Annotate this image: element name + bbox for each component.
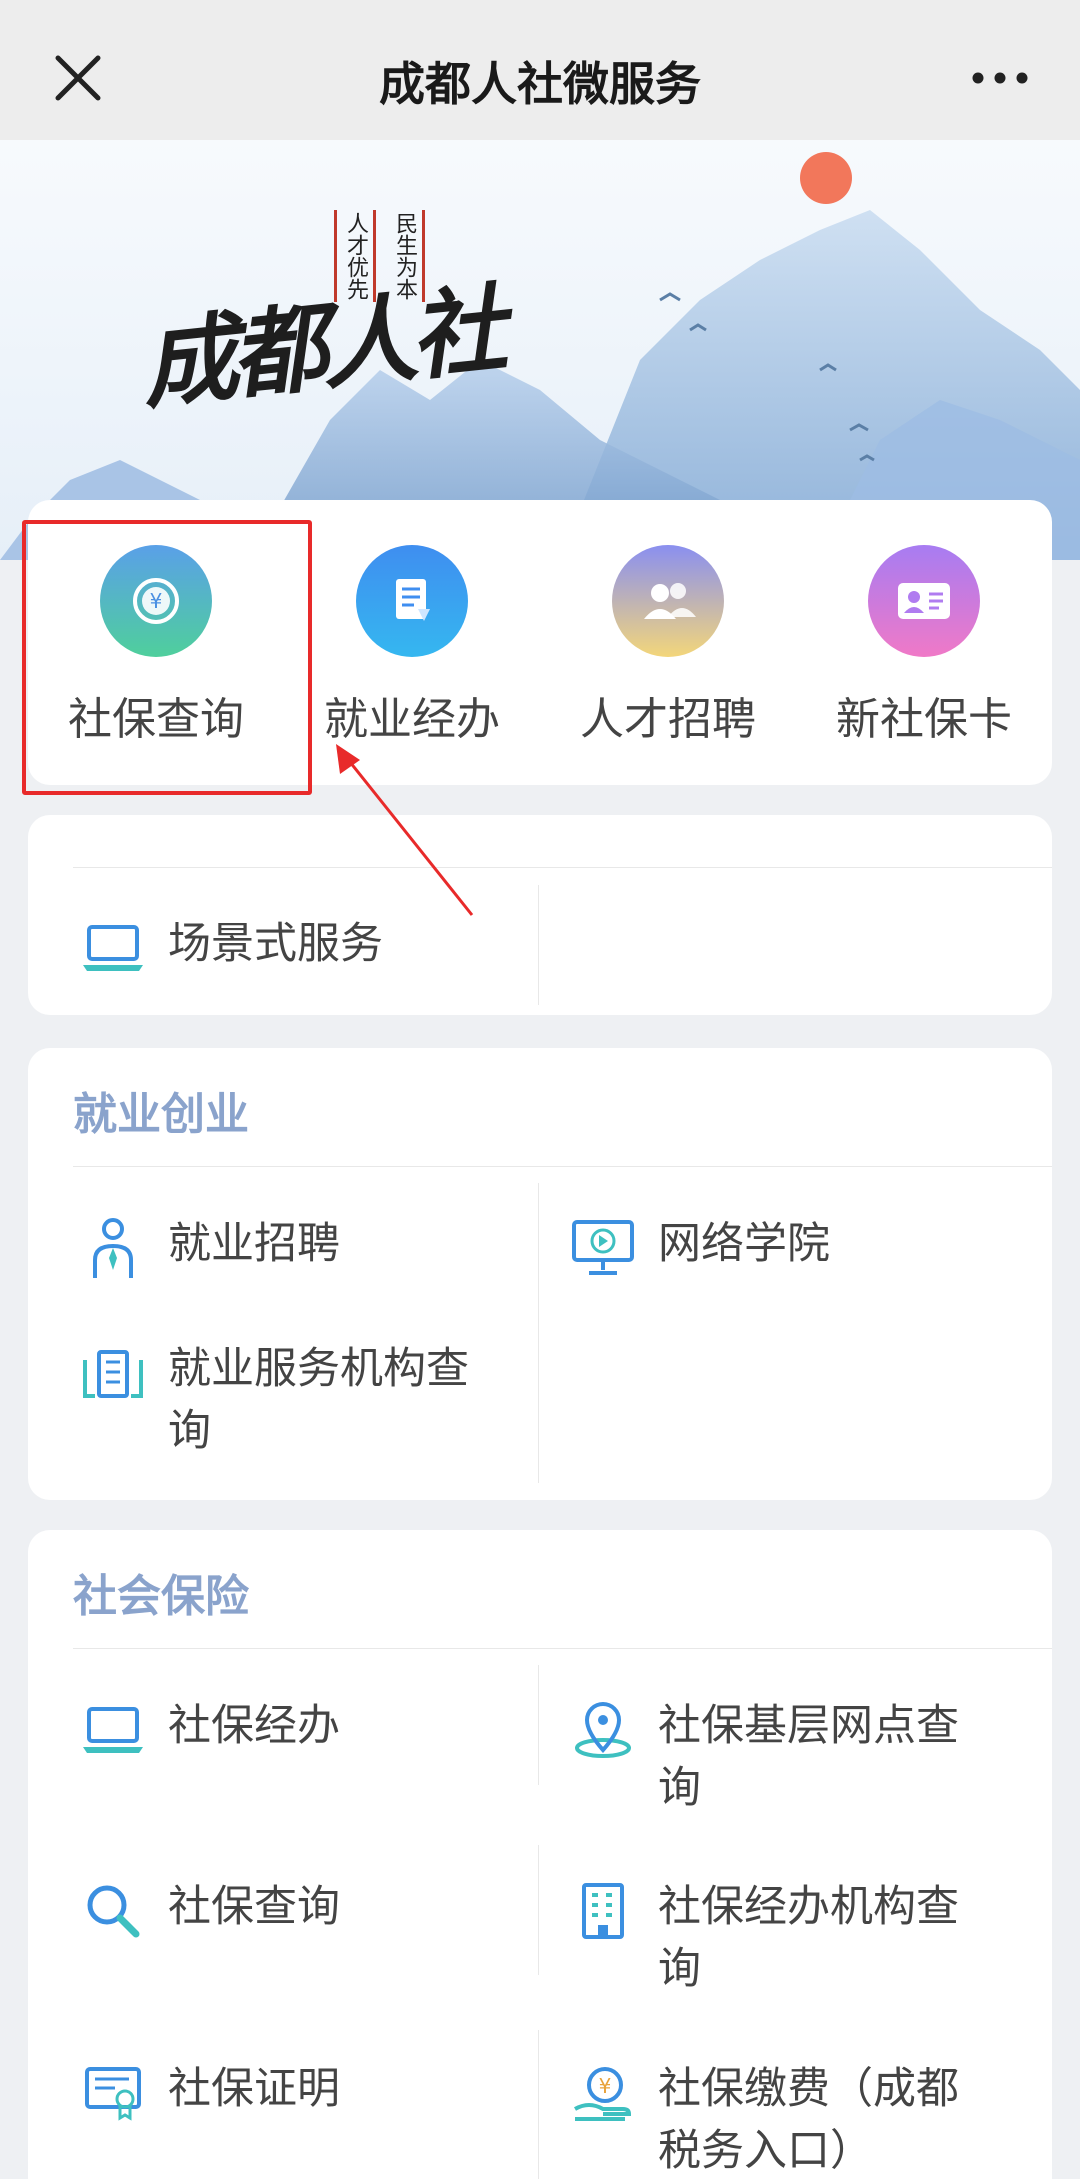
banner-motto: 人才优先 民生为本	[334, 210, 617, 302]
section-title: 就业创业	[73, 1089, 249, 1140]
people-icon	[612, 545, 724, 657]
divider	[538, 2030, 539, 2179]
svg-text:¥: ¥	[599, 2074, 612, 2098]
service-item-certificate[interactable]: 社保证明	[78, 2058, 340, 2128]
service-label: 社保经办	[168, 1701, 340, 1751]
scene-service-label: 场景式服务	[168, 919, 383, 969]
divider	[538, 1845, 539, 1975]
quick-action-label: 就业经办	[324, 694, 500, 745]
motto-right: 民生为本	[386, 210, 425, 302]
banner: 成都人社 人才优先 民生为本	[0, 140, 1080, 560]
service-label: 社保查询	[168, 1882, 340, 1932]
social-insurance-section: 社会保险 社保经办 社保基层网点查询 社保查询 社保经办机构查询 社保证明 ¥ …	[28, 1530, 1052, 2179]
service-item-job-recruit[interactable]: 就业招聘	[78, 1213, 340, 1283]
divider	[73, 1166, 1052, 1167]
arrow-annotation	[336, 744, 474, 916]
quick-action-employment[interactable]: 就业经办	[284, 545, 540, 747]
highlight-box	[22, 520, 312, 795]
yuan-hand-icon: ¥	[568, 2058, 638, 2128]
certificate-icon	[78, 2058, 148, 2128]
magnifier-icon	[78, 1876, 148, 1946]
laptop-icon	[78, 913, 148, 983]
quick-action-new-card[interactable]: 新社保卡	[796, 545, 1052, 747]
divider	[538, 885, 539, 1005]
service-item-local-office-query[interactable]: 社保基层网点查询	[568, 1695, 1018, 1819]
id-card-icon	[868, 545, 980, 657]
service-item-tax-payment[interactable]: ¥ 社保缴费（成都税务入口）	[568, 2058, 1018, 2179]
service-label: 就业服务机构查询	[168, 1344, 469, 1456]
building-icon	[78, 1338, 148, 1408]
divider	[73, 1648, 1052, 1649]
top-bar: 成都人社微服务	[0, 0, 1080, 140]
person-tie-icon	[78, 1213, 148, 1283]
more-icon[interactable]	[970, 68, 1030, 88]
divider	[73, 867, 1052, 868]
service-label: 社保基层网点查询	[658, 1701, 959, 1813]
document-icon	[356, 545, 468, 657]
service-label: 社保经办机构查询	[658, 1882, 959, 1994]
quick-action-label: 人才招聘	[580, 694, 756, 745]
divider	[538, 1665, 539, 1785]
section-title: 社会保险	[73, 1571, 249, 1622]
service-item-employment-agency-query[interactable]: 就业服务机构查询	[78, 1338, 518, 1462]
quick-action-label: 新社保卡	[836, 694, 1012, 745]
service-item-social-security-query[interactable]: 社保查询	[78, 1876, 340, 1946]
motto-left: 人才优先	[334, 210, 376, 302]
service-label: 就业招聘	[168, 1219, 340, 1269]
divider	[538, 1183, 539, 1483]
service-label: 社保缴费（成都税务入口）	[658, 2064, 959, 2176]
quick-action-talent-recruit[interactable]: 人才招聘	[540, 545, 796, 747]
location-pin-icon	[568, 1695, 638, 1765]
service-label: 网络学院	[658, 1219, 830, 1269]
laptop-icon	[78, 1695, 148, 1765]
service-item-online-academy[interactable]: 网络学院	[568, 1213, 830, 1283]
employment-section: 就业创业 就业招聘 网络学院 就业服务机构查询	[28, 1048, 1052, 1500]
monitor-play-icon	[568, 1213, 638, 1283]
scene-service-card: 场景式服务	[28, 815, 1052, 1015]
service-item-agency-query[interactable]: 社保经办机构查询	[568, 1876, 1018, 2000]
page-title: 成都人社微服务	[379, 57, 701, 111]
office-building-icon	[568, 1876, 638, 1946]
service-label: 社保证明	[168, 2064, 340, 2114]
service-item-social-security-handling[interactable]: 社保经办	[78, 1695, 340, 1765]
scene-service-item[interactable]: 场景式服务	[78, 913, 383, 983]
